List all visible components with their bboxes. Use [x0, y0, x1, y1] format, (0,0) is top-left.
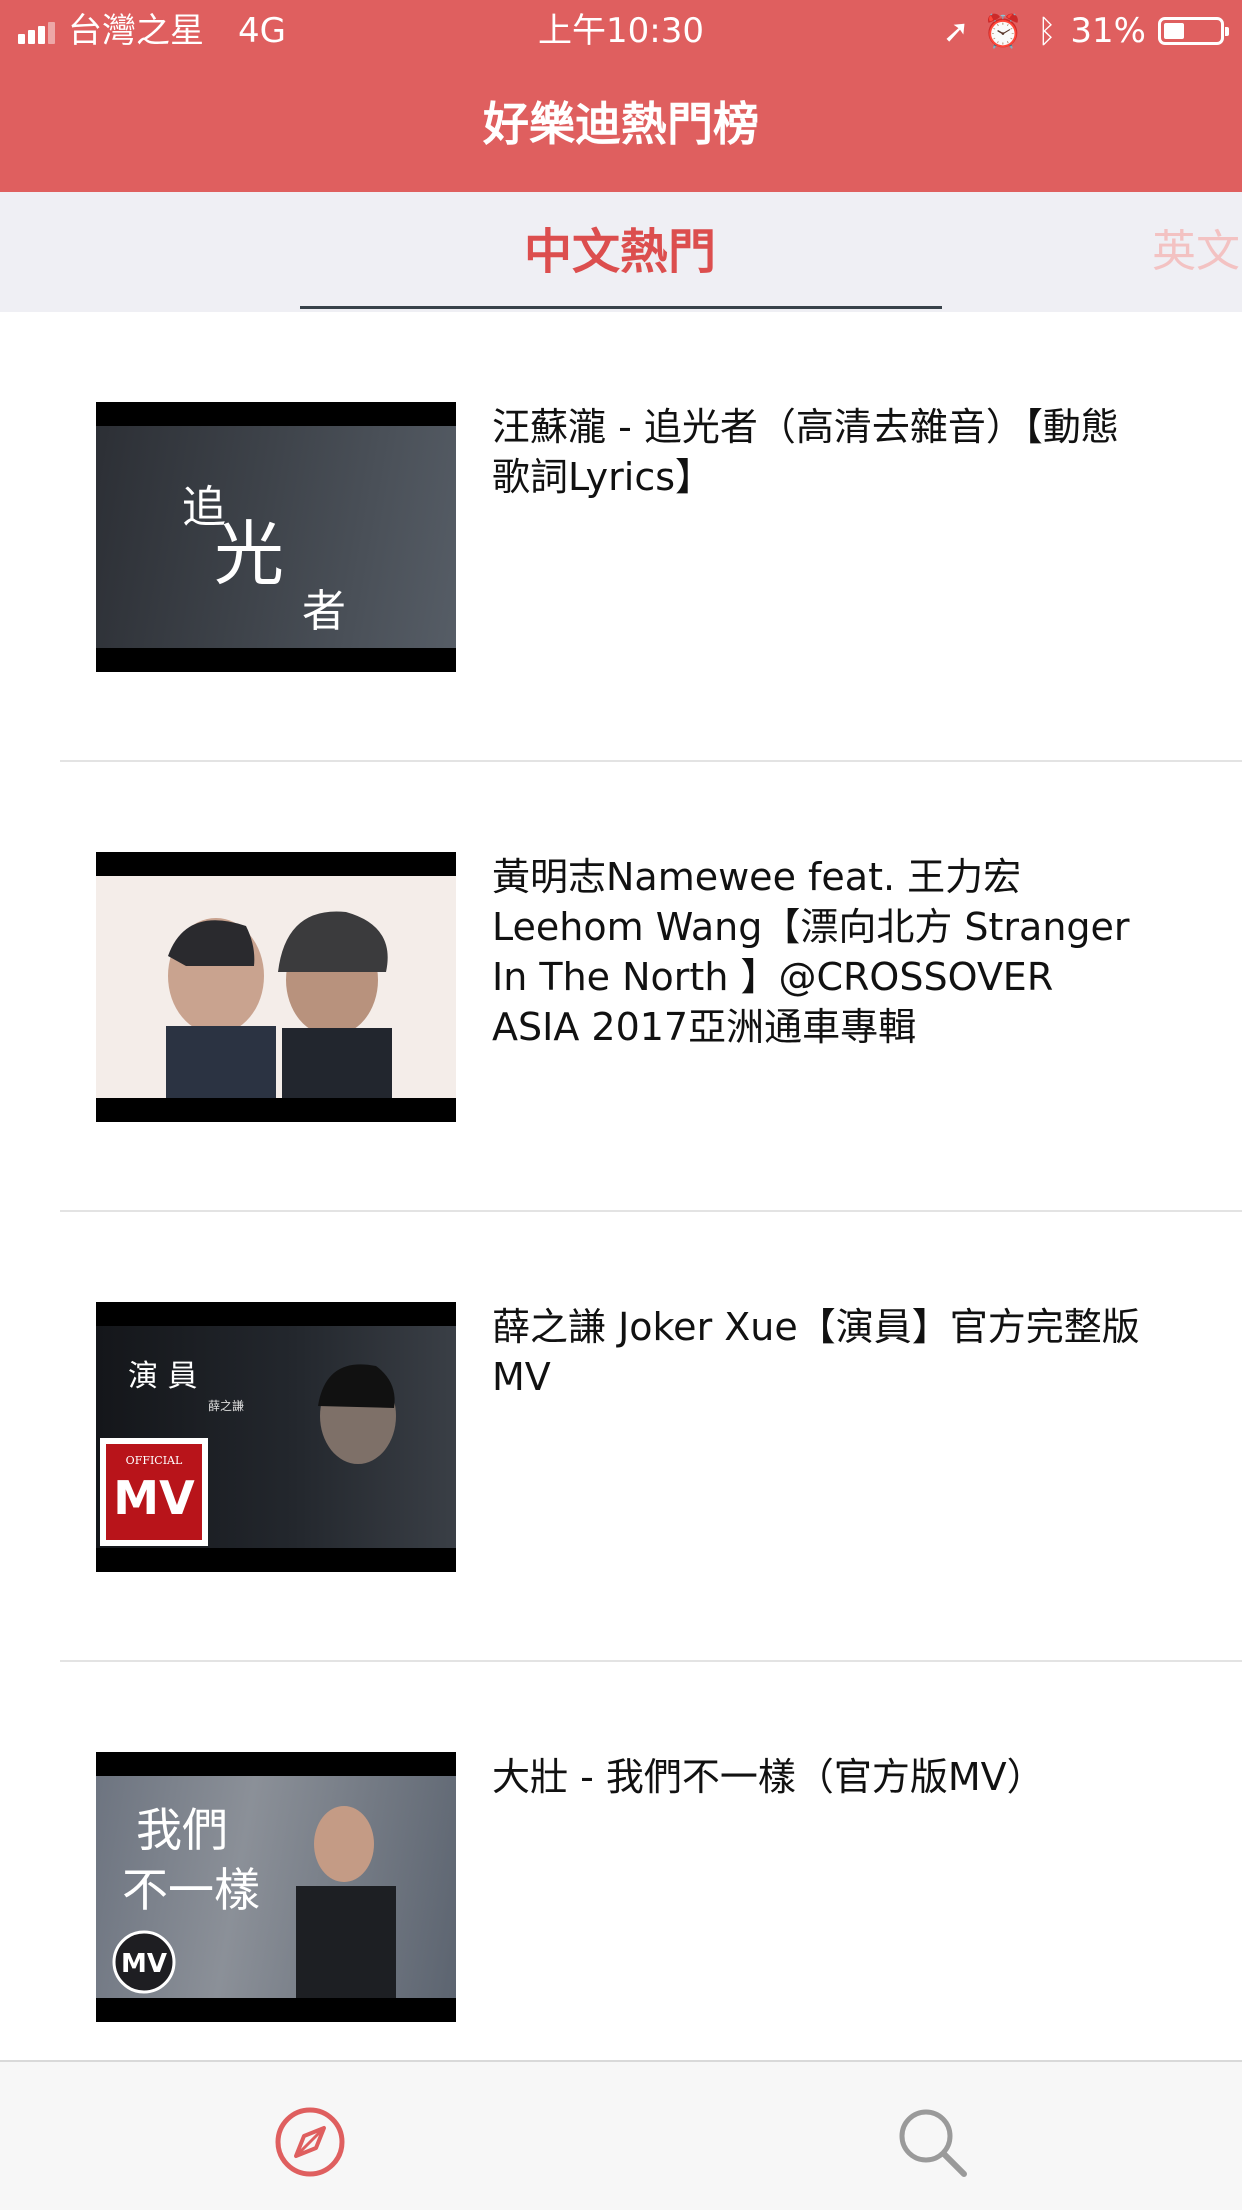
svg-text:不一樣: 不一樣: [122, 1863, 260, 1917]
alarm-icon: ⏰: [983, 12, 1024, 50]
thumbnail-artwork: 追 光 者: [182, 482, 346, 637]
bluetooth-icon: ᛒ: [1037, 12, 1057, 50]
status-bar: 台灣之星 4G 上午10:30 ➚ ⏰ ᛒ 31%: [0, 0, 1242, 62]
battery-percent: 31%: [1070, 11, 1146, 51]
tab-indicator: [300, 306, 942, 309]
video-thumbnail: 我們 不一樣 MV: [96, 1752, 456, 2022]
svg-text:演 員: 演 員: [128, 1359, 198, 1394]
bottom-tab-bar: [0, 2060, 1242, 2210]
video-title: 黃明志Namewee feat. 王力宏 Leehom Wang【漂向北方 St…: [492, 855, 1130, 1049]
video-list-item[interactable]: 演 員 薛之謙 OFFICIAL MV 薛之謙 Joker Xue【演員】官方完…: [0, 1212, 1242, 1662]
battery-icon: [1158, 17, 1229, 45]
thumbnail-artwork: [166, 911, 392, 1098]
video-thumbnail: [96, 852, 456, 1122]
video-thumbnail: 追 光 者: [96, 402, 456, 672]
svg-text:MV: MV: [121, 1949, 167, 1979]
page-title: 好樂迪熱門榜: [483, 97, 759, 151]
tab-english-hits[interactable]: 英文: [1152, 192, 1242, 312]
thumbnail-artwork: 演 員 薛之謙 OFFICIAL MV: [100, 1359, 396, 1546]
tab-chinese-hits[interactable]: 中文熱門: [300, 192, 940, 312]
video-title: 汪蘇瀧 - 追光者（高清去雜音）【動態歌詞Lyrics】: [492, 405, 1119, 499]
svg-text:光: 光: [214, 513, 284, 595]
video-title: 大壯 - 我們不一樣（官方版MV）: [492, 1755, 1045, 1799]
thumbnail-artwork: 我們 不一樣 MV: [112, 1803, 396, 1998]
category-tabs: 中文熱門 英文: [0, 192, 1242, 312]
video-thumbnail: 演 員 薛之謙 OFFICIAL MV: [96, 1302, 456, 1572]
svg-text:MV: MV: [113, 1471, 195, 1525]
svg-text:者: 者: [302, 586, 346, 637]
video-list-item[interactable]: 黃明志Namewee feat. 王力宏 Leehom Wang【漂向北方 St…: [0, 762, 1242, 1212]
app-header: 台灣之星 4G 上午10:30 ➚ ⏰ ᛒ 31% 好樂迪熱門榜: [0, 0, 1242, 192]
svg-text:我們: 我們: [136, 1803, 228, 1857]
search-icon[interactable]: [892, 2102, 972, 2182]
compass-icon[interactable]: [270, 2102, 350, 2182]
svg-text:OFFICIAL: OFFICIAL: [126, 1454, 183, 1467]
svg-text:薛之謙: 薛之謙: [208, 1399, 244, 1413]
location-icon: ➚: [942, 12, 970, 50]
video-list-item[interactable]: 我們 不一樣 MV 大壯 - 我們不一樣（官方版MV）: [0, 1662, 1242, 2112]
video-list-item[interactable]: 追 光 者 汪蘇瀧 - 追光者（高清去雜音）【動態歌詞Lyrics】: [0, 312, 1242, 762]
video-title: 薛之謙 Joker Xue【演員】官方完整版 MV: [492, 1305, 1140, 1399]
